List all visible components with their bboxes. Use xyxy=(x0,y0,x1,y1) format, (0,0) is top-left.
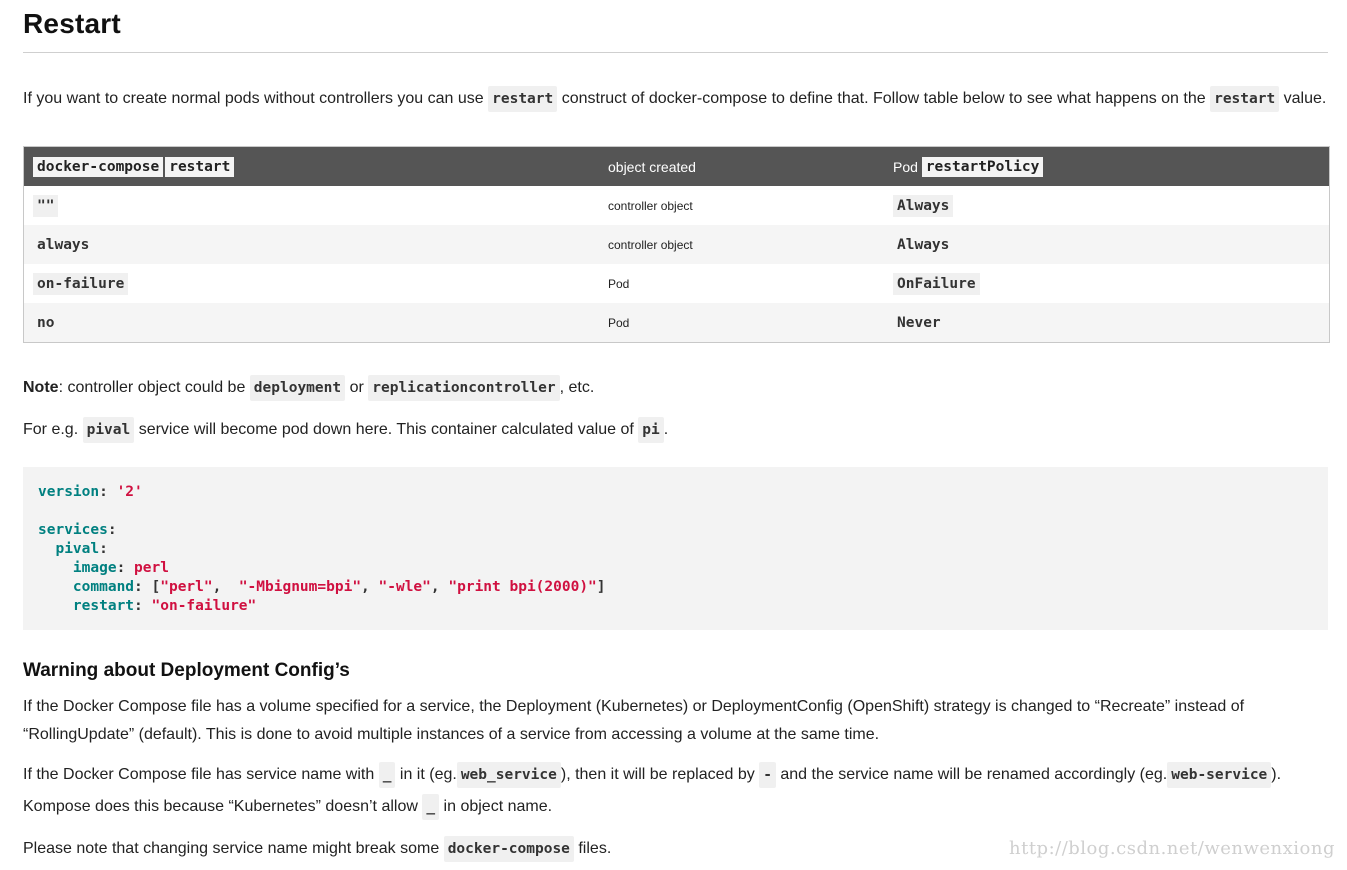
intro-paragraph: If you want to create normal pods withou… xyxy=(23,86,1327,112)
cell-restart: no xyxy=(37,314,55,331)
header-code-restart: restart xyxy=(165,156,235,177)
p3-text-1: Kompose does this because “Kubernetes” d… xyxy=(23,798,418,815)
table-header-restart: docker-compose restart xyxy=(33,147,236,186)
p4-text-1: Please note that changing service name m… xyxy=(23,840,440,857)
cell-policy: OnFailure xyxy=(893,272,980,295)
code-block: version: '2' services: pival: image: per… xyxy=(23,467,1328,630)
p2-text-5: ). xyxy=(1271,766,1282,783)
cell-object: controller object xyxy=(608,198,693,213)
example-code-pi: pi xyxy=(638,417,664,443)
intro-code-restart: restart xyxy=(488,86,558,112)
table-header-object-created: object created xyxy=(608,158,696,175)
table-row: on-failure Pod OnFailure xyxy=(24,264,1329,303)
watermark: http://blog.csdn.net/wenwenxiong xyxy=(1009,838,1335,859)
warning-paragraph-2: If the Docker Compose file has service n… xyxy=(23,762,1282,788)
cell-restart: "" xyxy=(33,194,59,217)
intro-code-restart-2: restart xyxy=(1210,86,1280,112)
p4-code-docker-compose: docker-compose xyxy=(443,836,574,862)
cell-restart: always xyxy=(37,236,90,253)
cell-object: Pod xyxy=(608,315,630,330)
example-text-2: service will become pod down here. This … xyxy=(138,421,634,438)
note-paragraph: Note: controller object could be deploym… xyxy=(23,375,595,401)
example-code-pival: pival xyxy=(82,417,135,443)
p2-code-web-service: web_service xyxy=(456,762,561,788)
cell-object: Pod xyxy=(608,276,630,291)
cell-restart: on-failure xyxy=(33,272,129,295)
page-title: Restart xyxy=(23,8,121,39)
p3-code-underscore: _ xyxy=(422,794,440,820)
warning-paragraph-3: Kompose does this because “Kubernetes” d… xyxy=(23,794,553,820)
note-code-replicationcontroller: replicationcontroller xyxy=(368,375,560,401)
title-divider xyxy=(23,52,1328,53)
p3-text-2: in object name. xyxy=(443,798,553,815)
note-label: Note xyxy=(23,379,59,396)
table-header-restart-policy: Pod restartPolicy xyxy=(893,147,1045,186)
cell-policy: Never xyxy=(897,314,941,331)
yaml-code: version: '2' services: pival: image: per… xyxy=(38,484,606,614)
p2-text-4: and the service name will be renamed acc… xyxy=(780,766,1168,783)
p2-code-web-service-2: web-service xyxy=(1167,762,1272,788)
note-text-3: , etc. xyxy=(559,379,595,396)
header-code-docker-compose: docker-compose xyxy=(33,156,164,177)
table-row: always controller object Always xyxy=(24,225,1329,264)
p2-code-dash: - xyxy=(759,762,776,788)
example-text-1: For e.g. xyxy=(23,421,79,438)
p4-text-2: files. xyxy=(578,840,612,857)
note-code-deployment: deployment xyxy=(249,375,346,401)
intro-text-3: value. xyxy=(1283,90,1327,107)
warning-paragraph-4: Please note that changing service name m… xyxy=(23,836,612,862)
example-text-3: . xyxy=(663,421,669,438)
intro-text-1: If you want to create normal pods withou… xyxy=(23,90,484,107)
cell-policy: Always xyxy=(897,236,950,253)
intro-text-2: construct of docker-compose to define th… xyxy=(561,90,1206,107)
table-row: no Pod Never xyxy=(24,303,1329,342)
table-header-row: docker-compose restart object created Po… xyxy=(24,147,1329,186)
note-text-2: or xyxy=(349,379,364,396)
p2-text-2: in it (eg. xyxy=(399,766,457,783)
warning-heading: Warning about Deployment Config’s xyxy=(23,660,350,681)
header-pod-label: Pod xyxy=(893,158,918,175)
table-row: "" controller object Always xyxy=(24,186,1329,225)
header-code-restartpolicy: restartPolicy xyxy=(921,156,1044,177)
p2-code-underscore: _ xyxy=(378,762,396,788)
cell-policy: Always xyxy=(893,194,954,217)
p2-text-3: ), then it will be replaced by xyxy=(560,766,755,783)
cell-object: controller object xyxy=(608,237,693,252)
example-paragraph: For e.g. pival service will become pod d… xyxy=(23,417,669,443)
restart-table: docker-compose restart object created Po… xyxy=(23,146,1330,343)
warning-paragraph-1: If the Docker Compose file has a volume … xyxy=(23,698,1245,743)
p2-text-1: If the Docker Compose file has service n… xyxy=(23,766,375,783)
note-text-1: : controller object could be xyxy=(58,379,246,396)
